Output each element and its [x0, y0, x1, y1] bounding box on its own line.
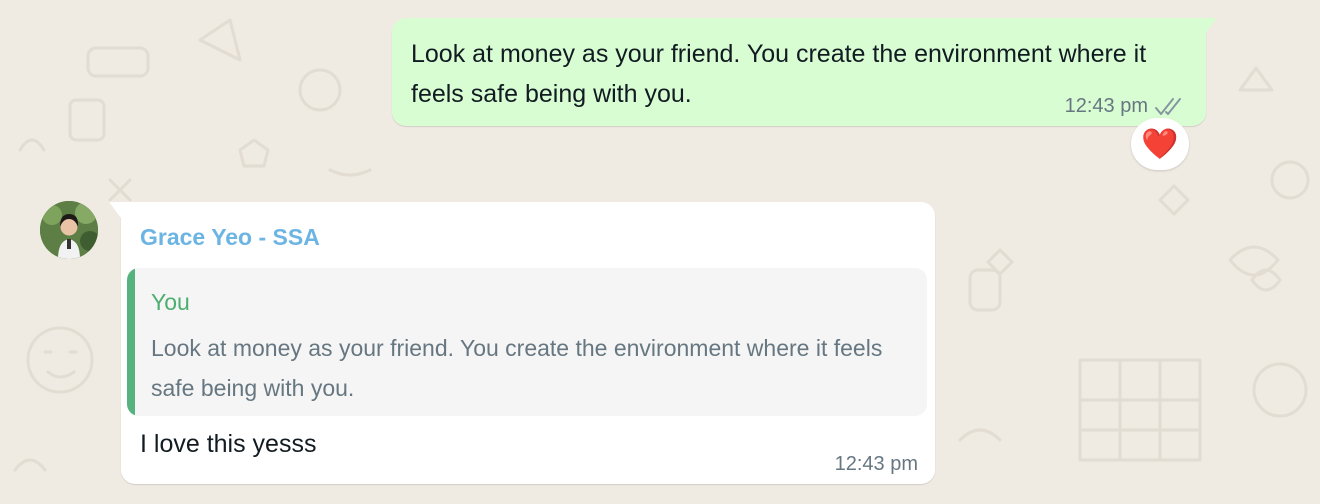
message-text: I love this yesss	[140, 430, 317, 458]
avatar[interactable]	[40, 201, 98, 259]
sender-name[interactable]: Grace Yeo - SSA	[140, 224, 320, 251]
message-time: 12:43 pm	[1064, 95, 1148, 117]
heart-reaction[interactable]: ❤️	[1131, 118, 1189, 170]
quote-text: Look at money as your friend. You create…	[151, 335, 883, 401]
heart-icon: ❤️	[1141, 127, 1179, 161]
bubble-tail	[109, 202, 121, 218]
double-check-icon	[1154, 97, 1188, 117]
outgoing-message[interactable]: Look at money as your friend. You create…	[392, 18, 1217, 126]
quote-accent-bar	[127, 268, 135, 416]
message-meta: 12:43 pm	[1065, 95, 1188, 118]
message-meta: 12:43 pm	[835, 453, 918, 476]
quote-author: You	[151, 289, 190, 315]
quoted-message[interactable]: You Look at money as your friend. You cr…	[127, 268, 927, 416]
bubble-tail	[1205, 18, 1217, 34]
message-time: 12:43 pm	[834, 453, 918, 475]
incoming-message[interactable]: Grace Yeo - SSA You Look at money as you…	[109, 202, 935, 484]
